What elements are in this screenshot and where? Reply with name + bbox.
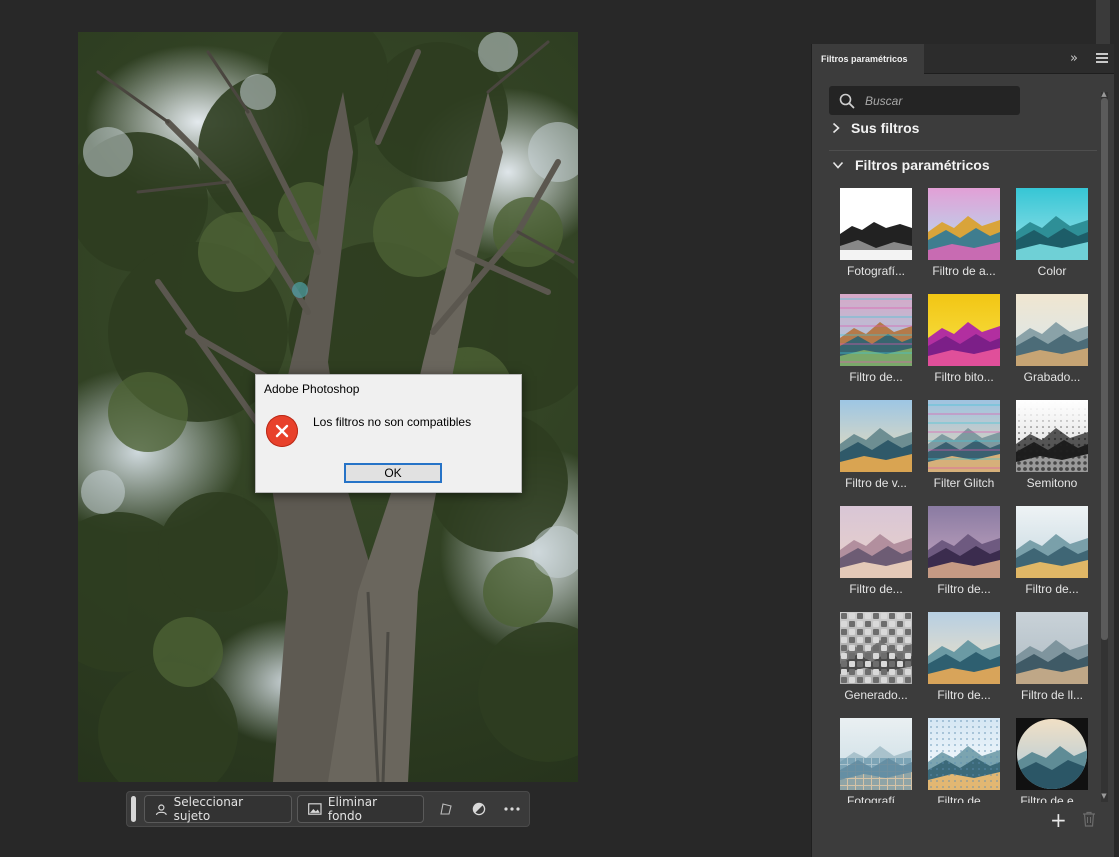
filter-thumbnail[interactable] [840, 612, 912, 684]
filter-label: Fotografí... [846, 264, 906, 278]
more-options-icon[interactable] [496, 795, 529, 823]
alert-dialog: Adobe Photoshop Los filtros no son compa… [255, 374, 522, 493]
panel-scrollbar[interactable]: ▲ ▼ [1099, 90, 1109, 802]
panel-tab-bar: Filtros paramétricos » [812, 44, 1114, 74]
filter-thumbnail[interactable] [1016, 506, 1088, 578]
add-filter-icon[interactable]: + [1050, 808, 1067, 832]
filter-thumbnail[interactable] [1016, 294, 1088, 366]
filter-thumbnail[interactable] [928, 400, 1000, 472]
filter-thumbnail[interactable] [1016, 612, 1088, 684]
drag-handle[interactable] [131, 796, 136, 822]
section-your-filters[interactable]: Sus filtros [832, 120, 919, 136]
select-subject-button[interactable]: Seleccionar sujeto [143, 795, 293, 823]
filter-label: Semitono [1026, 476, 1078, 490]
section-parametric-filters[interactable]: Filtros paramétricos [832, 157, 990, 173]
scrollbar-thumb[interactable] [1101, 98, 1108, 640]
chevron-right-icon [832, 122, 840, 134]
filter-grid: Fotografí... Filtro de a... Color Filtro… [840, 188, 1095, 803]
trash-icon[interactable] [1082, 811, 1096, 831]
filter-item[interactable]: Filtro de v... [840, 400, 920, 500]
filter-label: Fotografí... [846, 794, 906, 803]
filter-item[interactable]: Grabado... [1016, 294, 1095, 394]
search-box[interactable] [829, 86, 1020, 115]
dialog-message: Los filtros no son compatibles [313, 415, 472, 429]
ok-button[interactable]: OK [344, 463, 442, 483]
filter-thumbnail[interactable] [1016, 718, 1088, 790]
filter-label: Filtro de a... [932, 264, 996, 278]
section-divider [829, 150, 1097, 151]
panel-menu-icon[interactable] [1096, 53, 1108, 65]
filter-item[interactable]: Color [1016, 188, 1095, 288]
tab-parametric-filters[interactable]: Filtros paramétricos [812, 44, 924, 74]
scroll-up-arrow[interactable]: ▲ [1099, 90, 1109, 98]
select-subject-label: Seleccionar sujeto [173, 795, 244, 823]
filter-label: Filter Glitch [933, 476, 995, 490]
filter-item[interactable]: Fotografí... [840, 188, 920, 288]
section-your-filters-label: Sus filtros [851, 120, 920, 136]
remove-background-button[interactable]: Eliminar fondo [297, 795, 425, 823]
filter-label: Filtro de... [849, 370, 903, 384]
filter-thumbnail[interactable] [840, 294, 912, 366]
filter-thumbnail[interactable] [928, 294, 1000, 366]
filter-item[interactable]: Filtro de a... [928, 188, 1008, 288]
parametric-filters-panel: Filtros paramétricos » Sus filtros Filtr… [811, 44, 1114, 857]
filter-thumbnail[interactable] [928, 506, 1000, 578]
filter-label: Filtro de ll... [1020, 688, 1083, 702]
filter-item[interactable]: Filtro de... [840, 506, 920, 606]
filter-item[interactable]: Generado... [840, 612, 920, 712]
filter-label: Filtro de... [1025, 582, 1079, 596]
filter-thumbnail[interactable] [840, 400, 912, 472]
filter-thumbnail[interactable] [840, 188, 912, 260]
filter-item[interactable]: Filter Glitch [928, 400, 1008, 500]
filter-label: Filtro de... [937, 688, 991, 702]
chevron-down-icon [832, 161, 844, 169]
window-scrollbar[interactable] [1096, 0, 1110, 44]
filter-label: Grabado... [1023, 370, 1081, 384]
collapse-panel-icon[interactable]: » [1070, 51, 1078, 66]
filter-item[interactable]: Filtro bito... [928, 294, 1008, 394]
contextual-task-bar: Seleccionar sujeto Eliminar fondo [126, 791, 530, 827]
person-select-icon [155, 803, 167, 815]
filter-item[interactable]: Filtro de... [1016, 506, 1095, 606]
filter-label: Filtro bito... [934, 370, 994, 384]
error-icon [266, 415, 298, 447]
filter-thumbnail[interactable] [928, 612, 1000, 684]
section-parametric-filters-label: Filtros paramétricos [855, 157, 990, 173]
adjustment-icon[interactable] [462, 795, 495, 823]
filter-label: Filtro de... [849, 582, 903, 596]
filter-label: Color [1037, 264, 1067, 278]
filter-item[interactable]: Filtro de... [840, 294, 920, 394]
dialog-title: Adobe Photoshop [264, 382, 360, 396]
filter-thumbnail[interactable] [928, 188, 1000, 260]
filter-thumbnail[interactable] [840, 506, 912, 578]
filter-thumbnail[interactable] [1016, 400, 1088, 472]
filter-label: Filtro de v... [845, 476, 907, 490]
filter-thumbnail[interactable] [928, 718, 1000, 790]
search-icon [839, 93, 855, 108]
filter-label: Filtro de... [937, 582, 991, 596]
filter-thumbnail[interactable] [840, 718, 912, 790]
remove-background-label: Eliminar fondo [327, 795, 378, 823]
filter-label: Filtro de... [937, 794, 991, 803]
filter-item[interactable]: Filtro de e... [1016, 718, 1095, 803]
search-input[interactable] [865, 93, 1005, 108]
filter-item[interactable]: Fotografí... [840, 718, 920, 803]
filter-item[interactable]: Filtro de... [928, 506, 1008, 606]
image-icon [308, 803, 322, 815]
filter-item[interactable]: Semitono [1016, 400, 1095, 500]
filter-thumbnail[interactable] [1016, 188, 1088, 260]
filter-item[interactable]: Filtro de ll... [1016, 612, 1095, 712]
filter-item[interactable]: Filtro de... [928, 612, 1008, 712]
filter-label: Generado... [844, 688, 908, 702]
scroll-down-arrow[interactable]: ▼ [1099, 792, 1109, 800]
filter-label: Filtro de e... [1020, 794, 1084, 803]
filter-item[interactable]: Filtro de... [928, 718, 1008, 803]
transform-icon[interactable] [429, 795, 462, 823]
